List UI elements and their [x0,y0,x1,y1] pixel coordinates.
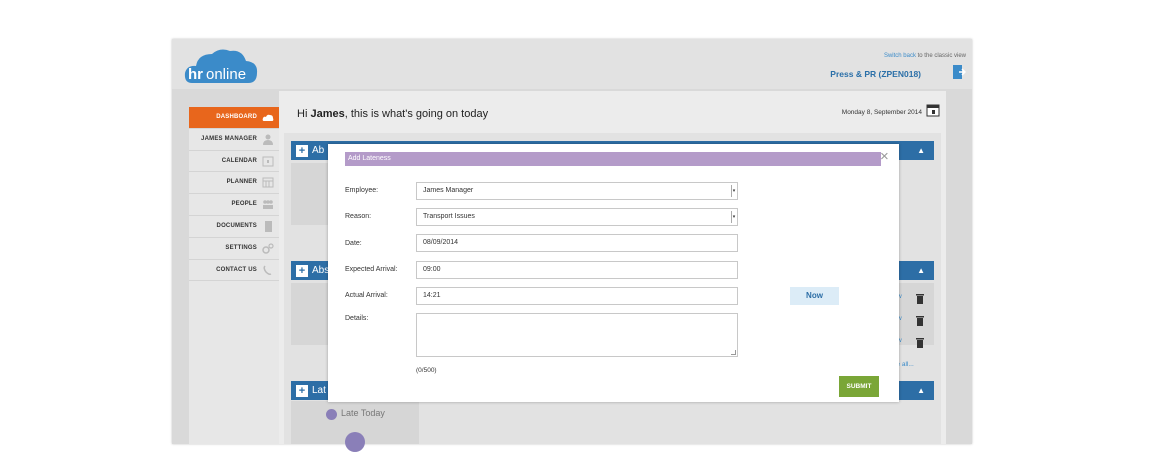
logout-icon[interactable] [952,64,967,80]
gear-icon [262,243,274,254]
sidebar-item-calendar[interactable]: CALENDAR [189,151,279,173]
header: hr online Switch back to the classic vie… [172,39,972,89]
greeting-name: James [310,108,345,120]
submit-button[interactable]: SUBMIT [839,376,879,397]
switch-classic-view: Switch back to the classic view [884,53,966,59]
section-title: Ab [312,145,325,156]
greeting-prefix: Hi [297,108,311,120]
section-title: Abs [312,265,330,276]
hronline-logo[interactable]: hr online [182,45,260,87]
trash-icon[interactable] [916,294,924,304]
sidebar-item-label: SETTINGS [225,244,257,251]
dropdown-arrow-icon[interactable]: ▾ [731,185,736,197]
trash-icon[interactable] [916,316,924,326]
collapse-caret-icon[interactable]: ▲ [917,266,925,275]
employee-select[interactable]: James Manager ▾ [416,182,738,200]
employee-value: James Manager [423,187,474,194]
details-textarea[interactable] [416,313,738,357]
phone-icon [263,265,272,275]
date-label: Date: [345,240,362,247]
details-label: Details: [345,315,369,322]
reason-label: Reason: [345,213,372,220]
resize-handle-icon[interactable] [731,350,736,355]
svg-text:online: online [206,66,246,83]
people-icon [263,200,273,210]
company-name[interactable]: Press & PR (ZPEN018) [830,69,921,79]
avatar [345,432,365,452]
greeting-suffix: , this is what's going on today [344,108,489,120]
sidebar-item-label: PLANNER [226,179,257,186]
calendar-icon [262,156,274,167]
add-lateness-modal: Add Lateness × Employee: James Manager ▾… [328,144,899,402]
late-today-label: Late Today [341,408,385,418]
reason-value: Transport Issues [423,213,475,220]
sidebar-item-label: DASHBOARD [216,114,257,120]
plus-icon[interactable]: + [296,385,308,397]
modal-title: Add Lateness [345,152,881,166]
calendar-date-icon[interactable] [926,103,940,117]
sidebar-item-documents[interactable]: DOCUMENTS [189,216,279,238]
date-field[interactable]: 08/09/2014 [416,234,738,252]
cloud-icon [262,114,274,121]
current-date: Monday 8, September 2014 [841,109,922,116]
sidebar-item-contact-us[interactable]: CONTACT US [189,260,279,282]
sidebar-item-dashboard[interactable]: DASHBOARD [189,107,279,129]
actual-arrival-label: Actual Arrival: [345,292,388,299]
switch-back-link[interactable]: Switch back [884,53,916,59]
collapse-caret-icon[interactable]: ▲ [917,146,925,155]
expected-arrival-field[interactable]: 09:00 [416,261,738,279]
sidebar: DASHBOARD JAMES MANAGER CALENDAR PLANNER… [189,107,279,444]
sidebar-item-label: DOCUMENTS [216,222,257,229]
section-title: Lat [312,385,326,396]
collapse-caret-icon[interactable]: ▲ [917,386,925,395]
clock-icon [326,409,337,420]
sidebar-item-label: JAMES MANAGER [201,135,257,142]
plus-icon[interactable]: + [296,145,308,157]
sidebar-item-people[interactable]: PEOPLE [189,194,279,216]
plus-icon[interactable]: + [296,265,308,277]
cloud-logo-icon: hr online [184,49,258,83]
close-icon[interactable]: × [880,149,889,165]
employee-label: Employee: [345,187,379,194]
planner-icon [262,177,274,188]
now-button[interactable]: Now [790,287,839,305]
actual-arrival-field[interactable]: 14:21 [416,287,738,305]
switch-rest-text: to the classic view [917,53,966,59]
character-counter: (0/500) [416,367,437,374]
dropdown-arrow-icon[interactable]: ▾ [731,211,736,223]
documents-icon [265,220,272,232]
sidebar-item-label: CALENDAR [221,157,257,164]
sidebar-item-label: CONTACT US [216,266,257,273]
expected-arrival-label: Expected Arrival: [345,266,398,273]
person-icon [263,134,273,145]
trash-icon[interactable] [916,338,924,348]
reason-select[interactable]: Transport Issues ▾ [416,208,738,226]
sidebar-item-james-manager[interactable]: JAMES MANAGER [189,129,279,151]
page-greeting: Hi James, this is what's going on today [297,108,488,120]
sidebar-item-planner[interactable]: PLANNER [189,172,279,195]
svg-text:hr: hr [188,66,203,83]
sidebar-item-label: PEOPLE [231,201,257,208]
sidebar-item-settings[interactable]: SETTINGS [189,238,279,260]
